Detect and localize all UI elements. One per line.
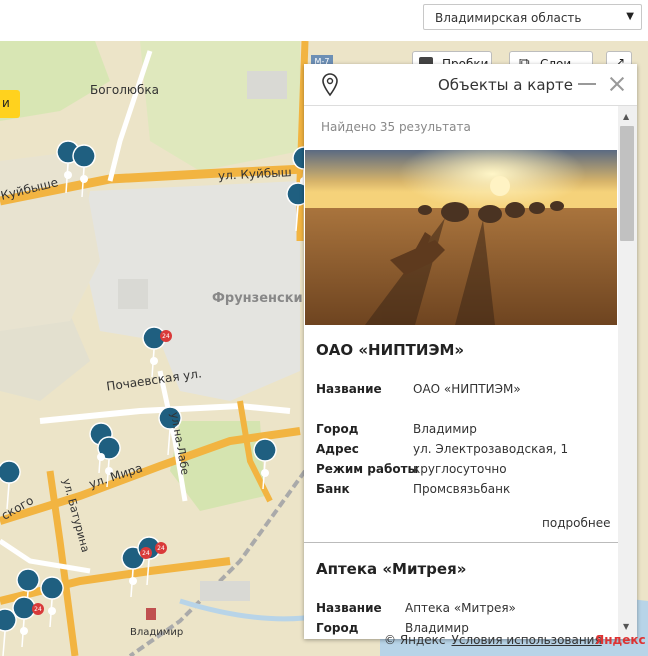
terms-link[interactable]: Условия использования	[452, 633, 602, 647]
map-copyright: © Яндекс Условия использования	[384, 633, 602, 647]
badge-24-text: 24	[34, 606, 42, 613]
field-label: Название	[316, 382, 382, 396]
field-value: ОАО «НИПТИЭМ»	[413, 382, 521, 396]
object-title: Аптека «Митрея»	[316, 560, 467, 578]
dropdown-arrow-icon: ▼	[626, 11, 634, 22]
map-tool-button[interactable]: и	[0, 90, 20, 118]
scroll-down-icon[interactable]: ▼	[623, 622, 629, 631]
field-label: Название	[316, 601, 382, 615]
panel-header: Объекты а карте	[304, 64, 637, 106]
map-label-vladimir: Владимир	[130, 627, 184, 638]
badge-24-text: 24	[142, 550, 150, 557]
badge-24-text: 24	[162, 333, 170, 340]
copyright-text: © Яндекс	[384, 633, 446, 647]
region-select[interactable]: Владимирская область ▼	[423, 4, 642, 30]
result-divider	[304, 542, 619, 543]
badge-24-text: 24	[157, 545, 165, 552]
panel-title: Объекты а карте	[438, 76, 573, 94]
map-label-district: Фрунзенски	[212, 291, 303, 306]
field-label: Режим работы	[316, 462, 419, 476]
region-select-value: Владимирская область	[435, 11, 582, 25]
object-title: ОАО «НИПТИЭМ»	[316, 341, 465, 359]
field-value: ул. Электрозаводская, 1	[413, 442, 569, 456]
map-green-area	[140, 41, 300, 171]
map-building	[200, 581, 250, 601]
object-photo	[305, 150, 617, 325]
object-photo-image	[305, 150, 617, 325]
field-value: Промсвязьбанк	[413, 482, 511, 496]
road-minor	[107, 50, 153, 182]
marker-icon[interactable]	[40, 576, 64, 628]
objects-panel: Объекты а карте Найдено 35 результата ОА…	[304, 64, 637, 639]
panel-scrollbar[interactable]: ▲ ▼	[618, 106, 637, 639]
minimize-icon[interactable]	[578, 83, 596, 85]
field-value: круглосуточно	[413, 462, 507, 476]
scrollbar-thumb[interactable]	[620, 126, 634, 241]
marker-icon[interactable]	[0, 608, 17, 656]
field-label: Банк	[316, 482, 350, 496]
map-pin-icon	[322, 73, 338, 97]
app-root: Владимирская область ▼ 24 24 24 24 M-7 и…	[0, 0, 648, 656]
field-label: Город	[316, 621, 359, 635]
train-station-icon	[146, 608, 156, 620]
scroll-up-icon[interactable]: ▲	[623, 112, 629, 121]
more-details-link[interactable]: подробнее	[542, 516, 610, 530]
field-value: Владимир	[413, 422, 477, 436]
yandex-logo: Яндекс	[595, 633, 646, 647]
top-bar: Владимирская область ▼	[0, 0, 648, 41]
field-label: Город	[316, 422, 359, 436]
field-value: Аптека «Митрея»	[405, 601, 516, 615]
map-building	[247, 71, 287, 99]
map-building	[118, 279, 148, 309]
close-icon[interactable]	[609, 76, 625, 92]
field-label: Адрес	[316, 442, 359, 456]
results-count: Найдено 35 результата	[321, 120, 471, 134]
map-label-bogolyubka: Боголюбка	[90, 83, 159, 97]
